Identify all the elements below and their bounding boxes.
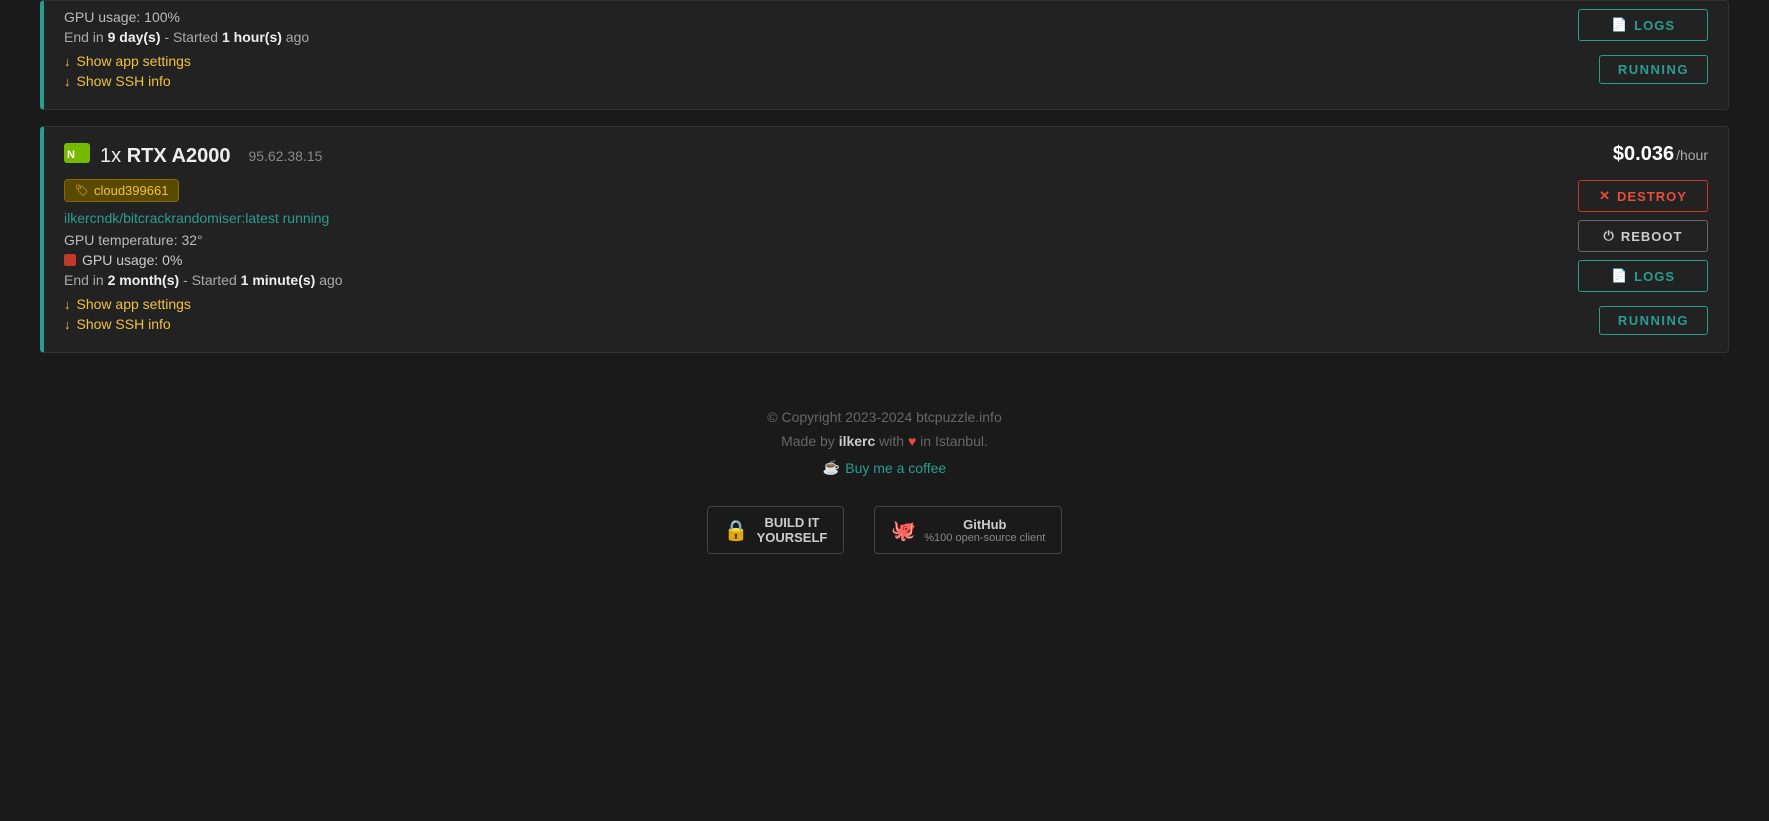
reboot-button[interactable]: ⏻ REBOOT xyxy=(1578,220,1708,252)
logs-button-partial[interactable]: 📄 LOGS xyxy=(1578,9,1708,41)
arrow-down-icon: ↓ xyxy=(64,54,71,69)
nvidia-icon: N xyxy=(64,143,90,169)
arrow-down-icon-2: ↓ xyxy=(64,74,71,89)
github-logo: 🐙 GitHub %100 open-source client xyxy=(874,506,1062,554)
price-value: $0.036 xyxy=(1613,143,1674,166)
logs-icon-2: 📄 xyxy=(1611,268,1628,284)
heart-icon: ♥ xyxy=(908,433,920,449)
footer-made: Made by ilkerc with ♥ in Istanbul. xyxy=(40,433,1729,449)
container-link[interactable]: ilkercndk/bitcrackrandomiser:latest runn… xyxy=(64,210,1528,226)
gpu-ip: 95.62.38.15 xyxy=(248,148,322,164)
usage-dot-red xyxy=(64,254,76,266)
gpu-title: 1x RTX A2000 xyxy=(100,145,230,168)
instance-card-rtx-a2000: N 1x RTX A2000 95.62.38.15 🏷 cloud399661… xyxy=(40,126,1729,353)
logs-button-main[interactable]: 📄 LOGS xyxy=(1578,260,1708,292)
tag-badge: 🏷 cloud399661 xyxy=(64,179,179,202)
arrow-down-icon-3: ↓ xyxy=(64,297,71,312)
gpu-usage-text: GPU usage: 0% xyxy=(82,252,182,268)
tag-icon: 🏷 xyxy=(75,184,89,197)
show-ssh-info-link-main[interactable]: ↓ Show SSH info xyxy=(64,316,1528,332)
show-app-settings-link-partial[interactable]: ↓ Show app settings xyxy=(64,53,1528,69)
gpu-temp-line: GPU temperature: 32° xyxy=(64,232,1528,248)
destroy-button[interactable]: ✕ DESTROY xyxy=(1578,180,1708,212)
coffee-icon: ☕ xyxy=(823,459,840,476)
end-line-main: End in 2 month(s) - Started 1 minute(s) … xyxy=(64,272,1528,288)
end-line-partial: End in 9 day(s) - Started 1 hour(s) ago xyxy=(64,29,1528,45)
lock-icon: 🔒 xyxy=(724,518,749,543)
destroy-icon: ✕ xyxy=(1599,188,1611,204)
footer-copyright: © Copyright 2023-2024 btcpuzzle.info xyxy=(40,409,1729,425)
footer: © Copyright 2023-2024 btcpuzzle.info Mad… xyxy=(40,369,1729,584)
buy-coffee-link[interactable]: ☕ Buy me a coffee xyxy=(823,459,946,476)
gpu-usage-line: GPU usage: 0% xyxy=(64,252,1528,268)
show-app-settings-link-main[interactable]: ↓ Show app settings xyxy=(64,296,1528,312)
status-badge-partial: RUNNING xyxy=(1599,55,1708,84)
price-unit: /hour xyxy=(1676,147,1708,163)
reboot-icon: ⏻ xyxy=(1604,228,1615,244)
status-badge-main: RUNNING xyxy=(1599,306,1708,335)
logs-icon: 📄 xyxy=(1611,17,1628,33)
github-icon: 🐙 xyxy=(891,518,916,543)
svg-text:N: N xyxy=(67,149,75,161)
arrow-down-icon-4: ↓ xyxy=(64,317,71,332)
show-ssh-info-link-partial[interactable]: ↓ Show SSH info xyxy=(64,73,1528,89)
instance-card-partial: GPU usage: 100% End in 9 day(s) - Starte… xyxy=(40,0,1729,110)
footer-logos: 🔒 BUILD IT YOURSELF 🐙 GitHub %100 open-s… xyxy=(40,506,1729,554)
gpu-usage-partial: GPU usage: 100% xyxy=(64,9,180,25)
build-it-yourself-logo: 🔒 BUILD IT YOURSELF xyxy=(707,506,845,554)
